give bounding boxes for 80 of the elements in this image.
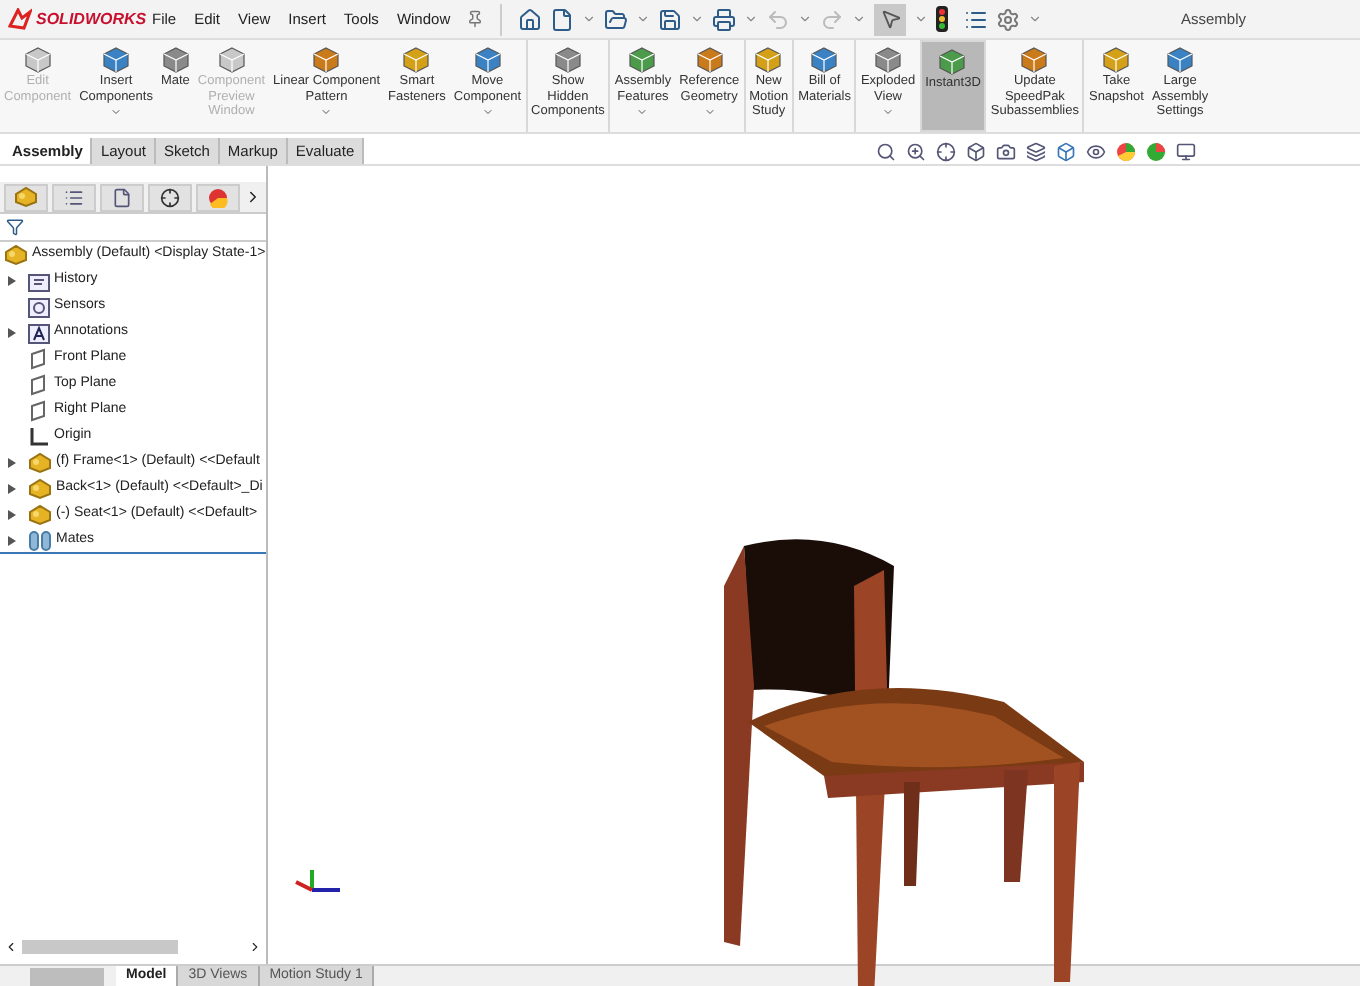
cube-icon — [473, 46, 502, 74]
cube-icon — [402, 46, 431, 74]
part-icon — [28, 452, 52, 474]
layers-icon[interactable] — [1026, 142, 1047, 162]
cube-icon — [1102, 46, 1131, 74]
expand-icon[interactable] — [8, 484, 16, 494]
cube-icon — [102, 46, 131, 74]
color-wheel-icon[interactable] — [208, 187, 228, 207]
brand-name: SOLIDWORKS — [36, 7, 147, 31]
pointer-icon — [879, 8, 902, 30]
home-icon[interactable] — [518, 7, 543, 31]
expand-icon[interactable] — [8, 510, 16, 520]
cube-icon — [810, 46, 839, 74]
cube-icon — [553, 46, 582, 74]
filter-icon[interactable] — [6, 218, 24, 236]
axis-triad-icon — [292, 866, 344, 898]
expand-icon[interactable] — [8, 458, 16, 468]
cube-icon — [161, 46, 190, 74]
part-icon — [28, 478, 52, 500]
part-icon — [4, 244, 28, 266]
settings-icon[interactable] — [996, 7, 1021, 31]
chevron-icon[interactable] — [244, 188, 262, 206]
cube-icon[interactable] — [966, 142, 987, 162]
panel-tab[interactable] — [52, 183, 96, 211]
plane-icon — [28, 374, 50, 396]
cube-icon — [874, 46, 903, 74]
dropdown-icon[interactable] — [636, 12, 651, 26]
dropdown-icon[interactable] — [914, 12, 929, 26]
cube-icon — [938, 48, 967, 76]
origin-icon — [28, 426, 50, 448]
pin-icon[interactable] — [466, 10, 485, 28]
folder-icon — [28, 271, 50, 291]
monitor-icon[interactable] — [1176, 142, 1197, 162]
dropdown-icon[interactable] — [690, 12, 705, 26]
document-icon[interactable] — [112, 187, 132, 207]
crosshair-icon[interactable] — [160, 187, 180, 207]
traffic-light-icon[interactable] — [936, 6, 949, 32]
cube-icon — [754, 46, 783, 74]
scene-icon[interactable] — [1116, 142, 1137, 162]
part-icon — [14, 186, 38, 208]
dropdown-icon[interactable] — [1028, 12, 1043, 26]
cube-icon — [1166, 46, 1195, 74]
logo-icon — [8, 8, 32, 30]
scroll-left-icon[interactable] — [4, 939, 18, 953]
dropdown-icon[interactable] — [852, 12, 867, 26]
new-document-icon[interactable] — [550, 7, 575, 31]
panel-tab[interactable] — [148, 183, 192, 211]
dropdown-icon[interactable] — [582, 12, 597, 26]
part-icon — [28, 504, 52, 526]
expand-icon[interactable] — [8, 328, 16, 338]
save-icon[interactable] — [658, 7, 683, 31]
mates-icon — [28, 529, 52, 551]
zoom-icon[interactable] — [906, 142, 927, 162]
cube-icon — [312, 46, 341, 74]
select-button[interactable] — [874, 3, 907, 35]
scrollbar-thumb[interactable] — [22, 939, 178, 953]
cube-icon — [23, 46, 52, 74]
crosshair-icon[interactable] — [936, 142, 957, 162]
dropdown-icon[interactable] — [798, 12, 813, 26]
cube-icon[interactable] — [1056, 142, 1077, 162]
camera-icon[interactable] — [996, 142, 1017, 162]
dropdown-icon[interactable] — [744, 12, 759, 26]
search-icon[interactable] — [876, 142, 897, 162]
panel-tab[interactable] — [100, 183, 144, 211]
plane-icon — [28, 400, 50, 422]
annotation-icon — [28, 323, 50, 343]
expand-icon[interactable] — [8, 276, 16, 286]
cube-icon — [217, 46, 246, 74]
sensor-icon — [28, 297, 50, 317]
cube-icon — [1020, 46, 1049, 74]
list-icon[interactable] — [64, 187, 84, 207]
plane-icon — [28, 348, 50, 370]
cube-icon — [695, 46, 724, 74]
scene-icon[interactable] — [1146, 142, 1167, 162]
cube-icon — [628, 46, 657, 74]
open-icon[interactable] — [604, 7, 629, 31]
print-icon[interactable] — [712, 7, 737, 31]
expand-icon[interactable] — [8, 535, 16, 545]
scroll-right-icon[interactable] — [248, 939, 262, 953]
eye-icon[interactable] — [1086, 142, 1107, 162]
